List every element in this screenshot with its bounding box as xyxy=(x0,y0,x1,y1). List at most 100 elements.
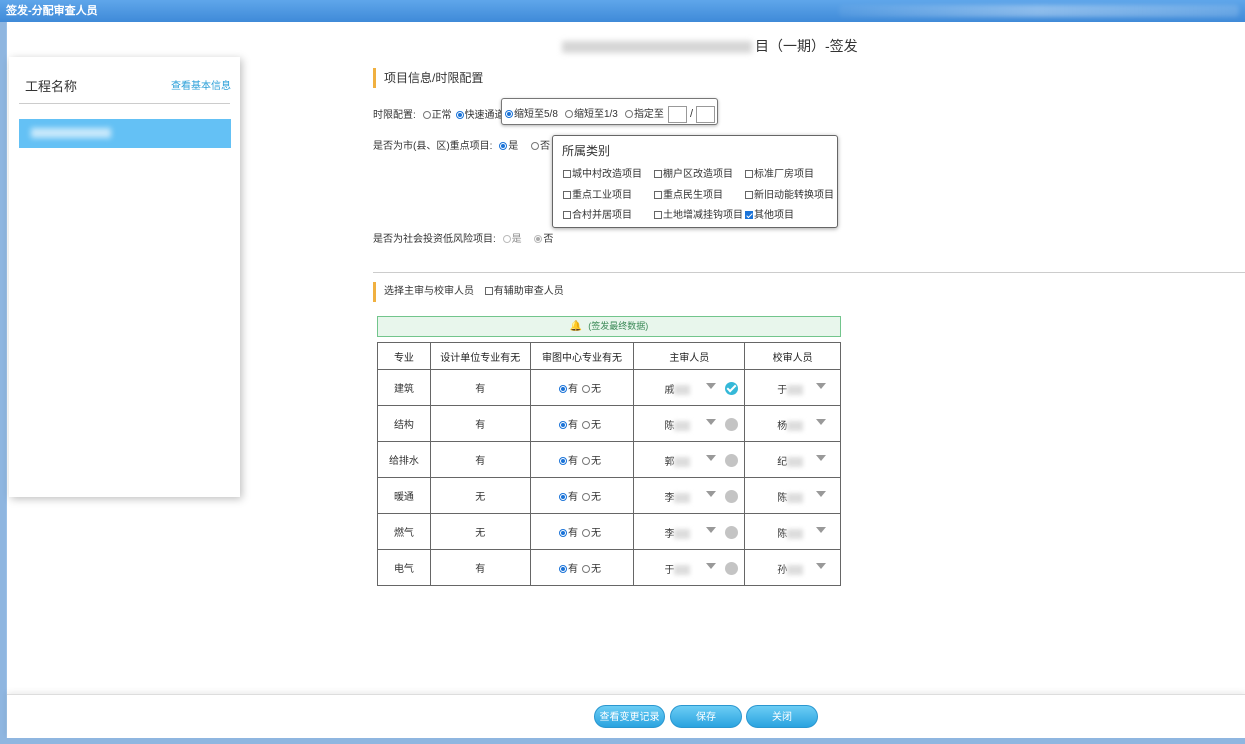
category-item[interactable]: 城中村改造项目 xyxy=(563,165,642,180)
save-button[interactable]: 保存 xyxy=(670,705,742,728)
window-title: 签发-分配审查人员 xyxy=(6,5,98,17)
specify-option[interactable]: 指定至 xyxy=(624,109,664,120)
has-option[interactable]: 有 xyxy=(559,384,578,395)
low-risk-no-option[interactable]: 否 xyxy=(534,234,553,245)
checkbox-checked-icon[interactable] xyxy=(745,211,753,220)
key-project-row: 是否为市(县、区)重点项目: 是 否 xyxy=(373,137,554,152)
radio-icon[interactable] xyxy=(505,110,513,119)
chevron-down-icon[interactable] xyxy=(706,526,717,533)
checkbox-icon[interactable] xyxy=(654,170,662,179)
close-button[interactable]: 关闭 xyxy=(746,705,818,728)
chevron-down-icon[interactable] xyxy=(706,490,717,497)
specify-denominator-input[interactable] xyxy=(696,105,716,123)
none-option[interactable]: 无 xyxy=(582,492,601,503)
proof-reviewer-select[interactable]: 杨 xyxy=(745,405,840,440)
main-reviewer-select[interactable]: 戚 xyxy=(634,369,744,404)
radio-icon[interactable] xyxy=(559,421,568,430)
checkbox-icon[interactable] xyxy=(745,170,753,179)
none-option[interactable]: 无 xyxy=(582,564,601,575)
none-option[interactable]: 无 xyxy=(582,384,601,395)
radio-icon[interactable] xyxy=(582,565,591,574)
chevron-down-icon[interactable] xyxy=(706,454,717,461)
none-option[interactable]: 无 xyxy=(582,456,601,467)
radio-icon[interactable] xyxy=(582,385,591,394)
checkbox-icon[interactable] xyxy=(563,191,571,200)
reviewer-table: 专业 设计单位专业有无 审图中心专业有无 主审人员 校审人员 建筑 有 有无 戚… xyxy=(377,342,841,586)
shorten-1-3-option[interactable]: 缩短至1/3 xyxy=(564,109,618,120)
assist-reviewer-checkbox[interactable]: 有辅助审查人员 xyxy=(484,286,564,297)
category-item[interactable]: 棚户区改造项目 xyxy=(654,165,733,180)
category-item-other[interactable]: 其他项目 xyxy=(745,206,794,221)
radio-icon[interactable] xyxy=(499,142,508,151)
radio-icon[interactable] xyxy=(534,235,543,244)
chevron-down-icon[interactable] xyxy=(706,382,717,389)
none-option[interactable]: 无 xyxy=(582,420,601,431)
has-option[interactable]: 有 xyxy=(559,492,578,503)
table-row: 暖通 无 有无 李 陈 xyxy=(377,477,841,514)
radio-icon[interactable] xyxy=(559,529,568,538)
has-option[interactable]: 有 xyxy=(559,420,578,431)
proof-reviewer-select[interactable]: 陈 xyxy=(745,513,840,548)
proof-reviewer-select[interactable]: 陈 xyxy=(745,477,840,512)
has-option[interactable]: 有 xyxy=(559,564,578,575)
proof-reviewer-select[interactable]: 纪 xyxy=(745,441,840,476)
proof-reviewer-select[interactable]: 于 xyxy=(745,369,840,404)
chevron-down-icon[interactable] xyxy=(816,454,826,461)
has-option[interactable]: 有 xyxy=(559,456,578,467)
radio-icon[interactable] xyxy=(559,457,568,466)
checkbox-icon[interactable] xyxy=(563,211,571,220)
time-config-label: 时限配置: xyxy=(373,110,416,121)
radio-icon[interactable] xyxy=(582,421,591,430)
low-risk-yes-option[interactable]: 是 xyxy=(502,234,522,245)
radio-icon[interactable] xyxy=(559,385,568,394)
radio-icon[interactable] xyxy=(531,142,540,151)
specify-numerator-input[interactable] xyxy=(667,105,687,123)
project-list-item[interactable] xyxy=(19,119,231,148)
radio-icon[interactable] xyxy=(582,493,591,502)
radio-icon[interactable] xyxy=(559,565,568,574)
time-fast-option[interactable]: 快速通道 xyxy=(455,110,505,121)
checkbox-icon[interactable] xyxy=(484,287,493,296)
radio-icon[interactable] xyxy=(582,457,591,466)
main-reviewer-select[interactable]: 李 xyxy=(634,513,744,548)
time-normal-option[interactable]: 正常 xyxy=(422,110,452,121)
category-item[interactable]: 新旧动能转换项目 xyxy=(745,186,834,201)
shorten-5-8-option[interactable]: 缩短至5/8 xyxy=(505,109,558,120)
category-item[interactable]: 重点民生项目 xyxy=(654,186,723,201)
checkbox-icon[interactable] xyxy=(654,191,662,200)
category-item[interactable]: 土地增减挂钩项目 xyxy=(654,206,743,221)
category-item[interactable]: 标准厂房项目 xyxy=(745,165,814,180)
key-project-yes-option[interactable]: 是 xyxy=(499,141,518,152)
window-bottom-edge xyxy=(0,738,1245,744)
key-project-no-option[interactable]: 否 xyxy=(531,141,550,152)
has-option[interactable]: 有 xyxy=(559,528,578,539)
category-item[interactable]: 重点工业项目 xyxy=(563,186,632,201)
radio-icon[interactable] xyxy=(559,493,568,502)
main-reviewer-select[interactable]: 郭 xyxy=(634,441,744,476)
chevron-down-icon[interactable] xyxy=(816,526,826,533)
radio-icon[interactable] xyxy=(624,110,633,119)
main-reviewer-select[interactable]: 李 xyxy=(634,477,744,512)
checkbox-icon[interactable] xyxy=(745,191,753,200)
checkbox-icon[interactable] xyxy=(654,211,662,220)
radio-icon[interactable] xyxy=(455,111,464,120)
proof-reviewer-select[interactable]: 孙 xyxy=(745,549,840,584)
view-history-button[interactable]: 查看变更记录 xyxy=(594,705,665,728)
main-reviewer-select[interactable]: 于 xyxy=(634,549,744,584)
check-circle-icon xyxy=(725,381,739,395)
radio-icon[interactable] xyxy=(582,529,591,538)
category-item[interactable]: 合村并居项目 xyxy=(563,206,632,221)
chevron-down-icon[interactable] xyxy=(706,418,717,425)
chevron-down-icon[interactable] xyxy=(816,418,826,425)
main-reviewer-select[interactable]: 陈 xyxy=(634,405,744,440)
none-option[interactable]: 无 xyxy=(582,528,601,539)
chevron-down-icon[interactable] xyxy=(816,382,826,389)
view-basic-info-link[interactable]: 查看基本信息 xyxy=(171,77,231,92)
radio-icon[interactable] xyxy=(502,235,511,244)
radio-icon[interactable] xyxy=(422,111,431,120)
chevron-down-icon[interactable] xyxy=(816,490,826,497)
chevron-down-icon[interactable] xyxy=(706,562,717,569)
chevron-down-icon[interactable] xyxy=(816,562,826,569)
checkbox-icon[interactable] xyxy=(563,170,571,179)
radio-icon[interactable] xyxy=(564,110,573,119)
